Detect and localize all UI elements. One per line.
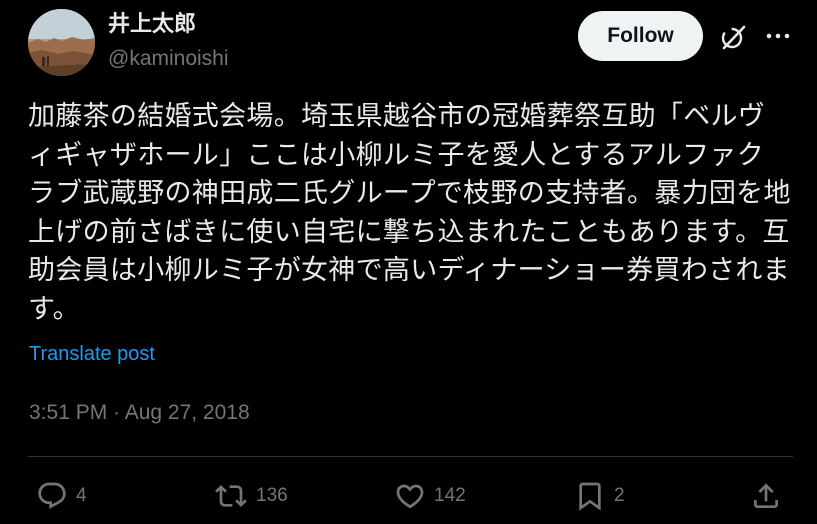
grok-icon[interactable] [718,22,748,52]
heart-icon [396,484,424,509]
share-button[interactable] [750,478,782,514]
reply-icon [38,482,66,509]
display-name[interactable]: 井上太郎 [108,12,196,38]
bookmark-icon [579,482,601,511]
tweet-card: 井上太郎 @kaminoishi Follow 加藤茶の結婚式会場。埼玉県越谷市… [0,0,817,524]
share-icon [754,483,778,508]
tweet-text-line: ィギャザホール」ここは小柳ルミ子を愛人とするアルファク [28,139,765,171]
reply-button[interactable]: 4 [36,478,87,514]
avatar-image [28,9,95,76]
avatar[interactable] [28,9,95,76]
timestamp[interactable]: 3:51 PM · Aug 27, 2018 [29,401,250,425]
translate-post-link[interactable]: Translate post [29,343,155,366]
tweet-text-line: ラブ武蔵野の神田成二氏グループで枝野の支持者。暴力団を地 [28,178,791,209]
bookmark-count: 2 [614,485,625,506]
tweet-text-line: 加藤茶の結婚式会場。埼玉県越谷市の冠婚葬祭互助「ベルヴ [28,101,766,132]
user-handle[interactable]: @kaminoishi [108,47,229,71]
divider [28,456,793,457]
repost-button[interactable]: 136 [214,478,288,514]
like-button[interactable]: 142 [394,478,466,514]
tweet-text-line: 上げの前さばきに使い自宅に撃ち込まれたこともあります。互 [28,216,790,248]
tweet-text: 加藤茶の結婚式会場。埼玉県越谷市の冠婚葬祭互助「ベルヴ ィギャザホール」ここは小… [28,98,791,329]
bookmark-button[interactable]: 2 [574,478,625,514]
follow-button[interactable]: Follow [578,11,703,61]
like-count: 142 [434,485,466,506]
tweet-text-line: 助会員は小柳ルミ子が女神で高いディナーショー券買わされま [28,255,790,286]
repost-count: 136 [256,485,288,506]
reply-count: 4 [76,485,87,506]
tweet-text-line: す。 [28,293,80,325]
repost-icon [215,485,247,507]
more-dots-icon[interactable] [764,24,792,48]
